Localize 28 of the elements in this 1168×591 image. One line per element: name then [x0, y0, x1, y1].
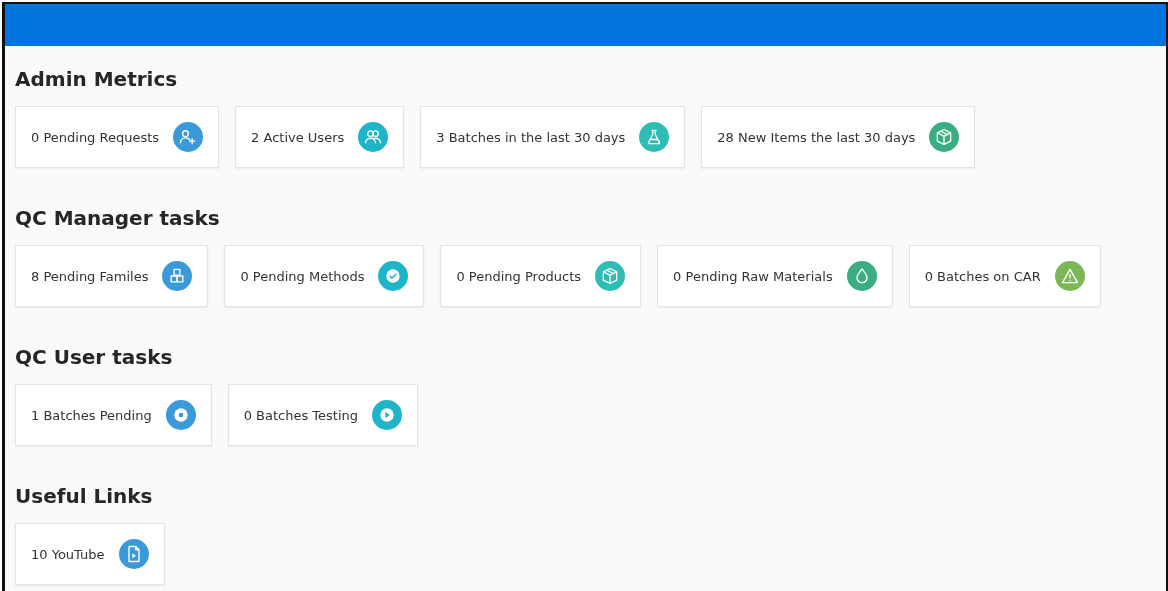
metric-card[interactable]: 28 New Items the last 30 days	[701, 106, 976, 168]
card-label: 2 Active Users	[251, 129, 345, 145]
section-heading: Useful Links	[15, 483, 154, 509]
metric-card[interactable]: 0 Pending Methods	[224, 245, 425, 307]
section-heading: Admin Metrics	[15, 66, 179, 92]
metric-card[interactable]: 3 Batches in the last 30 days	[420, 106, 686, 168]
section-heading: QC Manager tasks	[15, 205, 221, 231]
card-label: 28 New Items the last 30 days	[717, 129, 916, 145]
card-label: 0 Batches on CAR	[924, 268, 1041, 284]
card-label: 0 Pending Requests	[31, 129, 160, 145]
metric-card[interactable]: 2 Active Users	[235, 106, 405, 168]
metric-card[interactable]: 0 Batches Testing	[227, 384, 419, 446]
metric-card[interactable]: 1 Batches Pending	[15, 384, 212, 446]
metric-card[interactable]: 8 Pending Familes	[15, 245, 209, 307]
card-label: 0 Pending Raw Materials	[673, 268, 833, 284]
metric-card[interactable]: 0 Pending Products	[440, 245, 642, 307]
card-label: 8 Pending Familes	[31, 268, 149, 284]
metric-card[interactable]: 0 Pending Raw Materials	[657, 245, 893, 307]
card-label: 0 Batches Testing	[243, 407, 359, 423]
section-heading: QC User tasks	[15, 344, 174, 370]
card-label: 1 Batches Pending	[31, 407, 152, 423]
card-label: 3 Batches in the last 30 days	[436, 129, 626, 145]
metric-card[interactable]: 10 YouTube	[15, 523, 165, 585]
metric-card[interactable]: 0 Pending Requests	[15, 106, 220, 168]
metric-card[interactable]: 0 Batches on CAR	[908, 245, 1101, 307]
card-label: 10 YouTube	[31, 546, 105, 562]
card-label: 0 Pending Products	[456, 268, 582, 284]
card-label: 0 Pending Methods	[240, 268, 365, 284]
